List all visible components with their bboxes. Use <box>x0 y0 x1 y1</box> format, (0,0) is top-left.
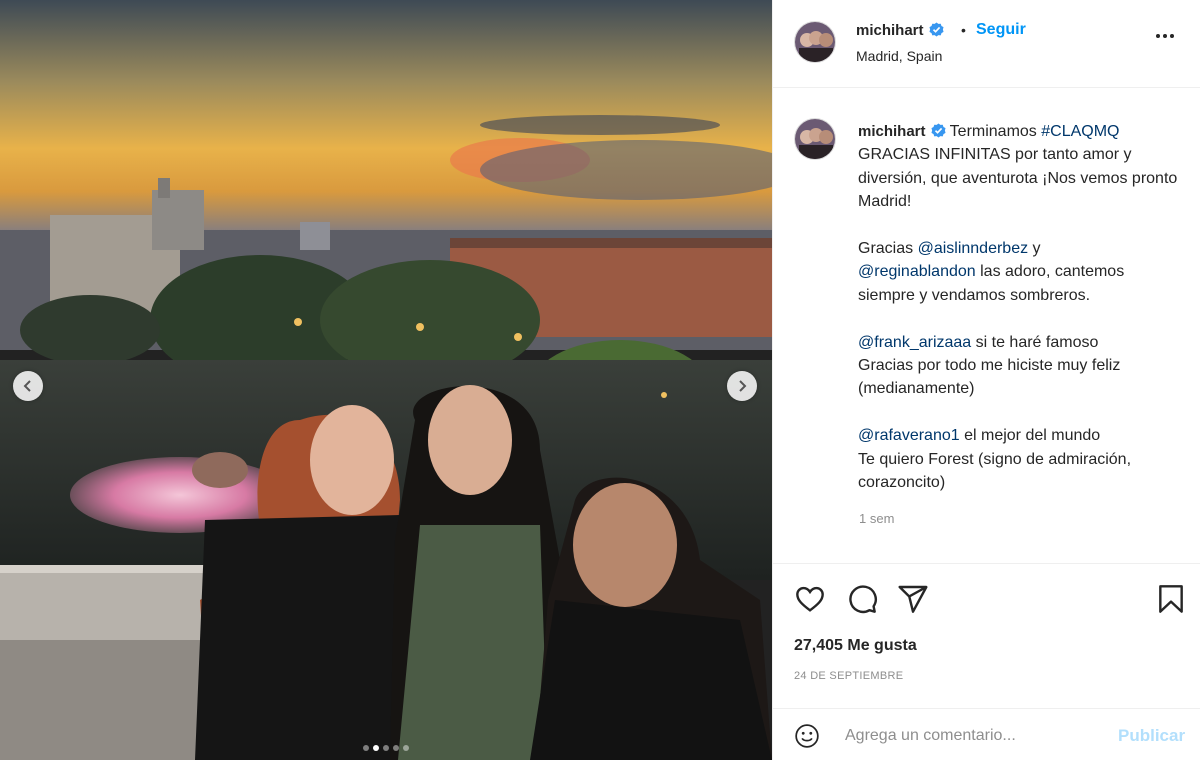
caption-text: el mejor del mundo <box>959 427 1101 445</box>
post-header: michihart • Seguir Madrid, Spain <box>773 0 1200 88</box>
post-photo[interactable] <box>0 0 772 760</box>
post-username[interactable]: michihart <box>856 22 944 39</box>
mention-link[interactable]: @aislinnderbez <box>918 240 1029 257</box>
caption-text: y <box>1028 240 1041 258</box>
save-button[interactable] <box>1155 583 1187 620</box>
post-date[interactable]: 24 DE SEPTIEMBRE <box>794 670 903 682</box>
emoji-icon <box>795 724 819 748</box>
post-location[interactable]: Madrid, Spain <box>856 48 942 64</box>
like-count[interactable]: 27,405 Me gusta <box>794 637 917 655</box>
mention-link[interactable]: @frank_arizaaa <box>858 334 971 351</box>
caption-time-ago[interactable]: 1 sem <box>859 511 894 526</box>
avatar-image <box>795 22 835 62</box>
username-text[interactable]: michihart <box>856 22 924 39</box>
carousel-indicator <box>0 745 772 751</box>
caption-text: Gracias por todo me hiciste muy feliz (m… <box>858 357 1121 398</box>
post-actions: 27,405 Me gusta 24 DE SEPTIEMBRE <box>773 563 1200 708</box>
caption-username[interactable]: michihart <box>858 123 926 140</box>
comments-section[interactable]: michihart Terminamos #CLAQMQ GRACIAS INF… <box>773 89 1200 563</box>
emoji-button[interactable] <box>794 723 820 754</box>
share-icon <box>898 585 928 613</box>
caption-text: Te quiero Forest (signo de admiración, c… <box>858 450 1132 492</box>
hashtag-link[interactable]: #CLAQMQ <box>1041 123 1119 140</box>
more-options-icon-dot <box>1170 34 1174 38</box>
caption-text: si te haré famoso <box>971 333 1099 351</box>
photo-scene <box>0 0 772 760</box>
chevron-left-icon <box>23 380 31 392</box>
separator-dot: • <box>961 22 966 38</box>
carousel-dot <box>383 745 389 751</box>
verified-badge-icon <box>930 123 946 138</box>
caption-text: Gracias <box>858 240 918 258</box>
comment-button[interactable] <box>846 583 878 620</box>
caption-text: GRACIAS INFINITAS por tanto amor y diver… <box>858 146 1178 211</box>
comment-input[interactable] <box>845 723 1107 749</box>
mention-link[interactable]: @rafaverano1 <box>858 427 960 444</box>
carousel-dot <box>373 745 379 751</box>
mention-link[interactable]: @reginablandon <box>858 263 976 280</box>
like-button[interactable] <box>794 583 826 620</box>
chevron-right-icon <box>739 380 747 392</box>
carousel-dot <box>403 745 409 751</box>
carousel-prev-button[interactable] <box>13 371 43 401</box>
caption-text: Terminamos <box>949 123 1042 140</box>
more-options-icon <box>1156 34 1160 38</box>
verified-badge-icon <box>928 22 944 37</box>
post-caption: michihart Terminamos #CLAQMQ GRACIAS INF… <box>858 120 1178 494</box>
caption-avatar[interactable] <box>794 118 836 160</box>
avatar-image <box>795 119 835 159</box>
heart-icon <box>796 586 824 612</box>
avatar[interactable] <box>794 21 836 63</box>
share-button[interactable] <box>897 583 929 620</box>
follow-button[interactable]: Seguir <box>976 21 1026 39</box>
publish-button[interactable]: Publicar <box>1118 726 1185 746</box>
bookmark-icon <box>1159 585 1183 613</box>
more-options-button[interactable] <box>1156 34 1174 38</box>
more-options-icon-dot <box>1163 34 1167 38</box>
carousel-dot <box>393 745 399 751</box>
carousel-next-button[interactable] <box>727 371 757 401</box>
comment-icon <box>849 585 877 614</box>
carousel-dot <box>363 745 369 751</box>
post-panel: michihart • Seguir Madrid, Spain michiha… <box>772 0 1200 760</box>
add-comment-bar: Publicar <box>773 708 1200 760</box>
